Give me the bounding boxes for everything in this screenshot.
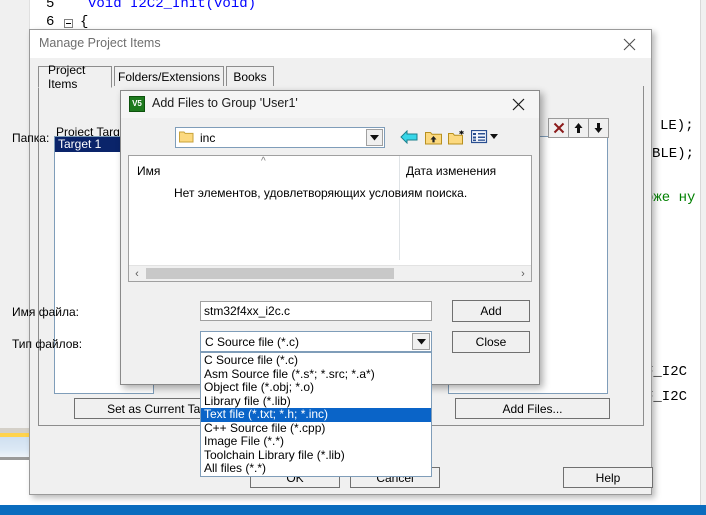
code-fragment-2: BLE); [652, 146, 695, 162]
look-in-value: inc [200, 130, 216, 145]
add-files-button[interactable]: Add Files... [455, 398, 610, 419]
column-header-date-modified[interactable]: Дата изменения [406, 164, 496, 178]
tab-books-label: Books [233, 70, 267, 84]
add-files-label: Add Files... [502, 401, 563, 416]
filetype-option[interactable]: C Source file (*.c) [201, 353, 431, 368]
filetype-option[interactable]: C++ Source file (*.cpp) [201, 421, 431, 436]
tab-books[interactable]: Books [226, 66, 274, 87]
folder-icon [179, 130, 194, 146]
groups-toolbar [548, 118, 616, 138]
move-up-arrow-icon [574, 123, 583, 133]
add-files-titlebar[interactable]: V5 Add Files to Group 'User1' [121, 91, 539, 118]
app-icon-text: V5 [132, 99, 142, 108]
up-one-level-button[interactable] [422, 127, 444, 147]
close-button-label: Close [475, 335, 507, 349]
filetype-option[interactable]: Toolchain Library file (*.lib) [201, 448, 431, 463]
filename-label: Имя файла: [12, 305, 79, 319]
file-list-horizontal-scrollbar[interactable]: ‹ › [129, 265, 531, 281]
new-folder-button[interactable] [446, 127, 468, 147]
tab-folders-extensions-label: Folders/Extensions [117, 70, 221, 84]
help-label: Help [595, 470, 621, 485]
code-fold-toggle[interactable] [64, 19, 73, 28]
manage-dialog-tabstrip: Project Items Folders/Extensions Books [38, 63, 644, 91]
keil-uvision-icon: V5 [129, 96, 145, 112]
line-number-6: 6 [46, 14, 55, 30]
back-arrow-button[interactable] [398, 127, 420, 147]
manage-dialog-title: Manage Project Items [39, 36, 161, 50]
delete-x-icon [553, 122, 564, 134]
look-in-label: Папка: [12, 131, 50, 145]
filetype-value: C Source file (*.c) [205, 334, 300, 349]
views-button[interactable] [470, 127, 498, 147]
filetype-combobox[interactable]: C Source file (*.c) [200, 331, 432, 352]
line-number-5: 5 [46, 0, 55, 12]
add-files-title: Add Files to Group 'User1' [152, 96, 298, 110]
delete-item-button[interactable] [548, 118, 569, 138]
code-line-5: void I2C2_Init(void) [88, 0, 257, 12]
file-list-panel[interactable]: Имя ^ Дата изменения Нет элементов, удов… [128, 155, 532, 282]
look-in-combobox[interactable]: inc [175, 127, 385, 148]
close-icon [623, 38, 635, 50]
up-one-level-icon [424, 131, 442, 144]
filename-input[interactable] [200, 301, 432, 321]
close-button[interactable]: Close [452, 331, 530, 353]
status-bar [0, 505, 706, 515]
filetype-option[interactable]: Asm Source file (*.s*; *.src; *.a*) [201, 367, 431, 382]
tab-project-items-label: Project Items [48, 63, 86, 91]
manage-dialog-titlebar[interactable]: Manage Project Items [30, 30, 651, 58]
move-item-up-button[interactable] [568, 118, 589, 138]
manage-dialog-close-button[interactable] [607, 30, 651, 58]
tab-project-items[interactable]: Project Items [38, 63, 112, 91]
close-icon [512, 98, 524, 111]
scroll-right-arrow[interactable]: › [516, 266, 530, 281]
back-arrow-icon [400, 130, 418, 144]
chevron-down-icon [370, 134, 379, 140]
code-comment-fragment: оже ну [645, 190, 696, 206]
look-in-dropdown-arrow[interactable] [366, 129, 383, 146]
move-down-arrow-icon [594, 123, 603, 133]
code-fragment-1: LE); [660, 118, 694, 134]
move-item-down-button[interactable] [588, 118, 609, 138]
filetype-option[interactable]: Library file (*.lib) [201, 394, 431, 409]
empty-folder-message: Нет элементов, удовлетворяющих условиям … [174, 186, 468, 200]
column-header-name[interactable]: Имя [137, 164, 160, 178]
code-line-6: { [80, 14, 89, 30]
new-folder-icon [448, 130, 464, 144]
views-icon [470, 130, 487, 144]
add-button-label: Add [480, 304, 502, 318]
editor-vertical-scrollbar[interactable] [700, 0, 706, 505]
add-files-close-button[interactable] [497, 91, 539, 118]
scrollbar-thumb[interactable] [146, 268, 394, 279]
filetype-option[interactable]: Object file (*.obj; *.o) [201, 380, 431, 395]
tab-folders-extensions[interactable]: Folders/Extensions [114, 66, 224, 87]
filetype-option[interactable]: All files (*.*) [201, 461, 431, 476]
column-divider [399, 156, 400, 260]
add-button[interactable]: Add [452, 300, 530, 322]
chevron-down-icon [416, 338, 426, 344]
filetype-dropdown-arrow[interactable] [412, 333, 430, 350]
chevron-down-icon [489, 134, 498, 139]
sort-ascending-icon: ^ [261, 156, 266, 167]
filetype-option[interactable]: Text file (*.txt; *.h; *.inc) [201, 407, 431, 422]
help-button[interactable]: Help [563, 467, 653, 488]
filetype-dropdown-list[interactable]: C Source file (*.c) Asm Source file (*.s*… [200, 352, 432, 477]
filetype-label: Тип файлов: [12, 337, 83, 351]
scroll-left-arrow[interactable]: ‹ [130, 266, 144, 281]
filetype-option[interactable]: Image File (*.*) [201, 434, 431, 449]
